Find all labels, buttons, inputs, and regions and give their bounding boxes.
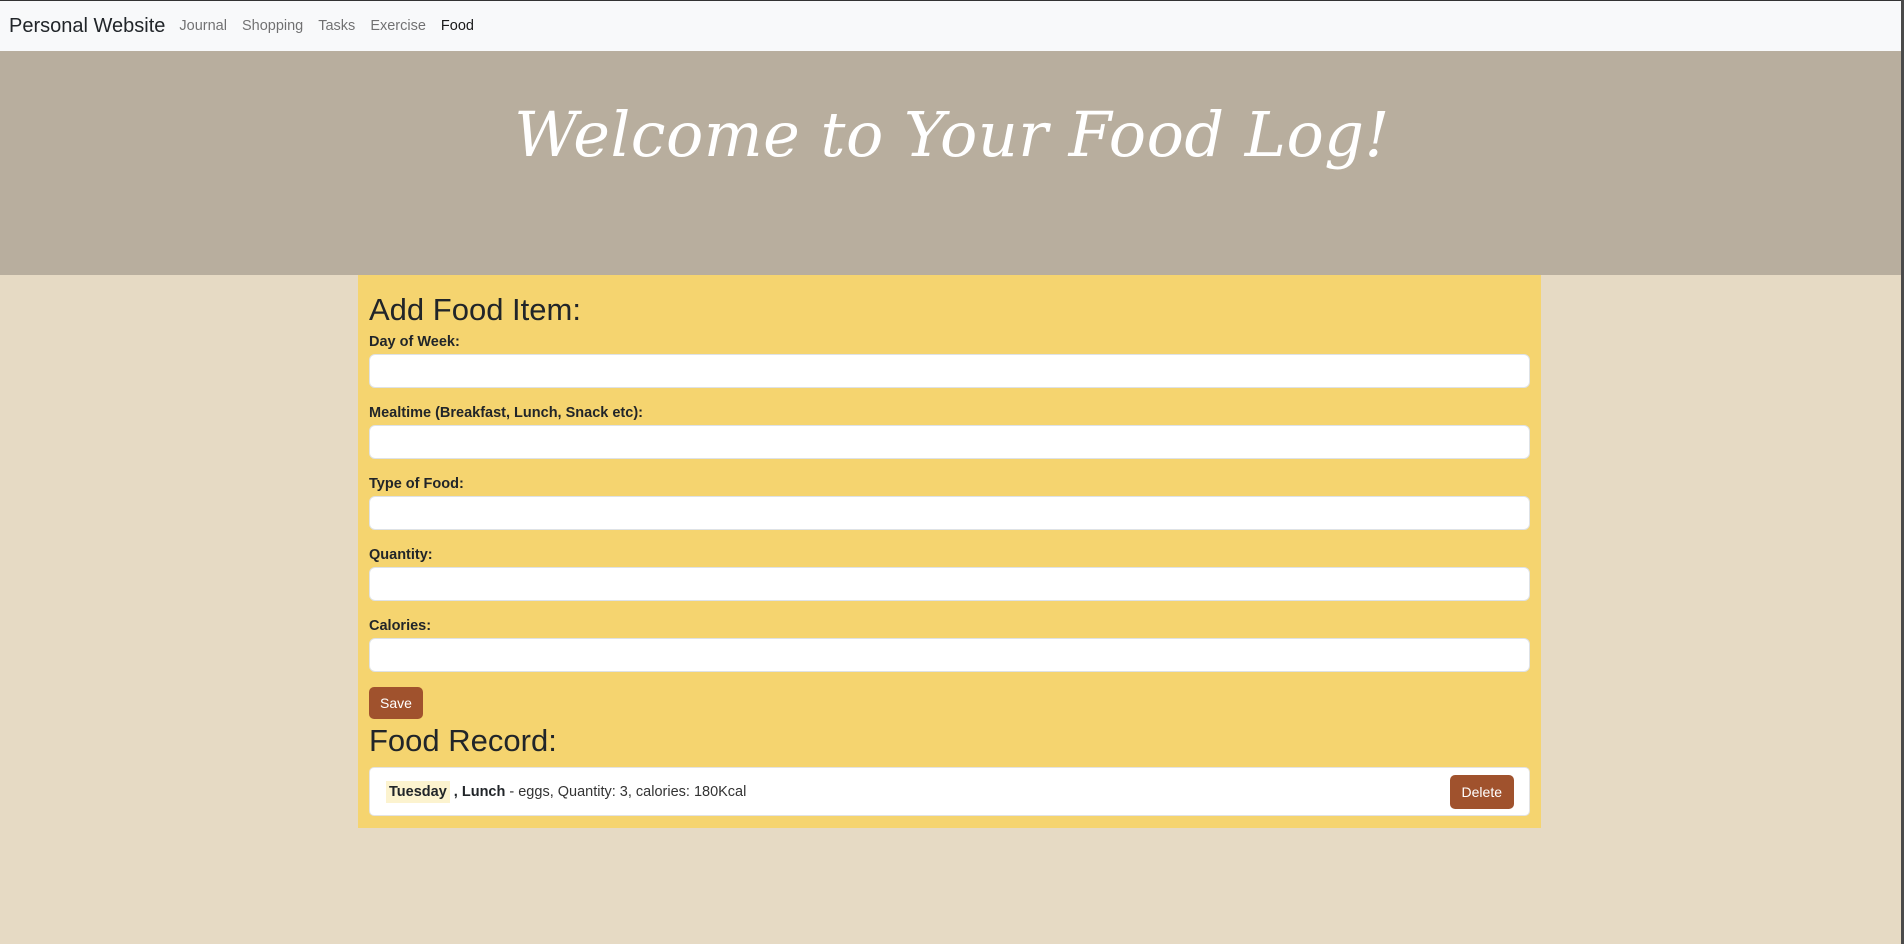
- record-text: Tuesday , Lunch - eggs, Quantity: 3, cal…: [386, 780, 747, 803]
- quantity-label: Quantity:: [369, 547, 433, 564]
- hero-title: Welcome to Your Food Log!: [514, 98, 1390, 171]
- hero-banner: Welcome to Your Food Log!: [0, 51, 1904, 275]
- save-button[interactable]: Save: [369, 687, 423, 720]
- record-day: Tuesday: [386, 780, 450, 803]
- day-of-week-label: Day of Week:: [369, 334, 460, 351]
- record-meal: Lunch: [461, 783, 506, 800]
- food-log-panel: Add Food Item: Day of Week: Mealtime (Br…: [358, 275, 1541, 828]
- calories-label: Calories:: [369, 618, 432, 635]
- list-item: Tuesday , Lunch - eggs, Quantity: 3, cal…: [369, 767, 1530, 817]
- food-type-label: Type of Food:: [369, 476, 464, 493]
- nav-link-tasks[interactable]: Tasks: [318, 18, 355, 34]
- page: Personal Website Journal Shopping Tasks …: [0, 0, 1904, 944]
- day-of-week-input[interactable]: [369, 354, 1530, 389]
- record-separator: ,: [449, 783, 462, 800]
- record-details: - eggs, Quantity: 3, calories: 180Kcal: [505, 783, 747, 800]
- top-navbar: Personal Website Journal Shopping Tasks …: [0, 0, 1904, 51]
- food-type-input[interactable]: [369, 496, 1530, 531]
- nav-link-shopping[interactable]: Shopping: [242, 18, 303, 34]
- calories-input[interactable]: [369, 638, 1530, 673]
- mealtime-label: Mealtime (Breakfast, Lunch, Snack etc):: [369, 405, 643, 422]
- nav-link-exercise[interactable]: Exercise: [370, 18, 426, 34]
- quantity-input[interactable]: [369, 567, 1530, 602]
- nav-link-journal[interactable]: Journal: [179, 18, 227, 34]
- delete-button[interactable]: Delete: [1449, 774, 1514, 809]
- add-food-form: Day of Week: Mealtime (Breakfast, Lunch,…: [369, 334, 1530, 720]
- mealtime-input[interactable]: [369, 425, 1530, 460]
- brand-link[interactable]: Personal Website: [9, 15, 165, 38]
- food-record-title: Food Record:: [369, 723, 557, 759]
- nav-link-food[interactable]: Food: [441, 18, 474, 34]
- add-food-title: Add Food Item:: [369, 292, 581, 327]
